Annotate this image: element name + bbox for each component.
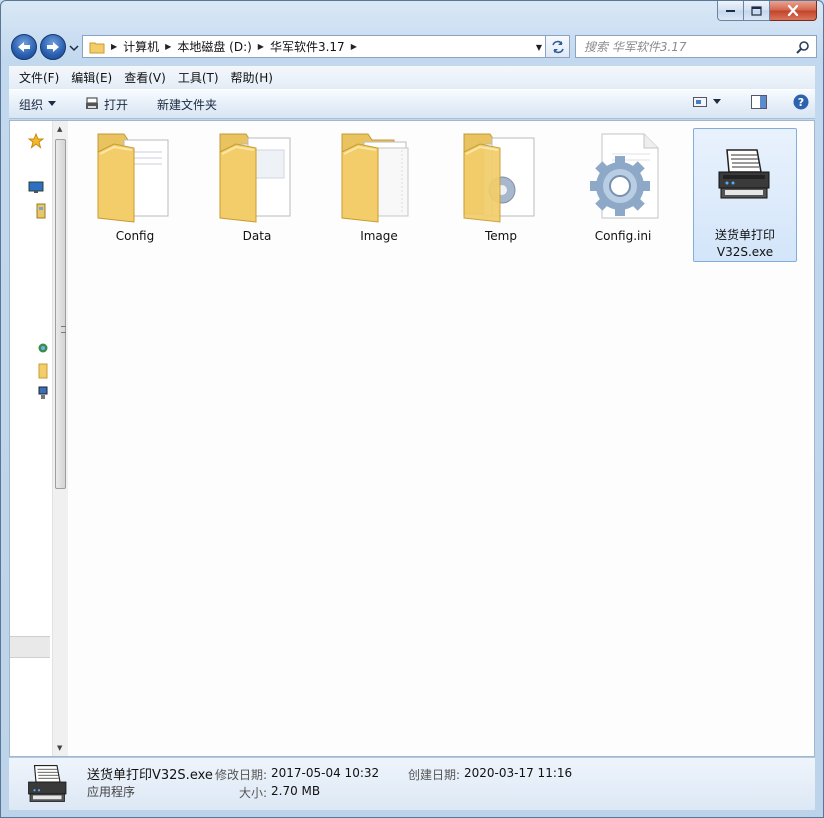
- network-icon[interactable]: [38, 341, 48, 355]
- explorer-window: ▶ 计算机 ▶ 本地磁盘 (D:) ▶ 华军软件3.17 ▶ ▼ 搜索 华军软件…: [0, 0, 824, 818]
- details-modified-value: 2017-05-04 10:32: [271, 766, 380, 780]
- folder-icon: [89, 42, 105, 53]
- details-modified-label: 修改日期:: [215, 768, 268, 782]
- menu-help[interactable]: 帮助(H): [225, 69, 279, 86]
- search-placeholder: 搜索 华军软件3.17: [584, 40, 687, 54]
- file-name: Data: [242, 229, 272, 243]
- search-icon[interactable]: [796, 40, 810, 54]
- breadcrumb-separator[interactable]: ▶: [111, 42, 117, 51]
- folder-gear-icon: [463, 133, 535, 223]
- maximize-icon: [751, 5, 762, 16]
- file-item-data[interactable]: Data: [205, 128, 309, 262]
- desktop-icon[interactable]: [28, 181, 44, 195]
- favorites-star-icon[interactable]: [28, 133, 44, 149]
- chevron-down-icon: [48, 101, 57, 106]
- scrollbar-thumb[interactable]: [55, 139, 66, 489]
- menu-file[interactable]: 文件(F): [13, 69, 65, 86]
- scroll-up-arrow[interactable]: ▲: [57, 125, 62, 133]
- file-item-image[interactable]: Image: [327, 128, 431, 262]
- maximize-button[interactable]: [744, 1, 770, 21]
- folder-icon: [219, 133, 291, 223]
- menu-tools[interactable]: 工具(T): [172, 69, 225, 86]
- nav-pane-scrollbar[interactable]: ▲ ▼: [52, 121, 68, 756]
- recent-pages-dropdown[interactable]: [69, 42, 79, 52]
- menu-view[interactable]: 查看(V): [118, 69, 172, 86]
- scroll-down-arrow[interactable]: ▼: [57, 744, 62, 752]
- refresh-button[interactable]: [545, 35, 570, 58]
- minimize-icon: [725, 9, 735, 12]
- open-label: 打开: [104, 97, 129, 112]
- address-bar[interactable]: ▶ 计算机 ▶ 本地磁盘 (D:) ▶ 华军软件3.17 ▶ ▼: [82, 35, 547, 58]
- file-item-config[interactable]: Config: [83, 128, 187, 262]
- printer-small-icon: [86, 97, 99, 109]
- minimize-button[interactable]: [717, 1, 744, 21]
- back-button[interactable]: [11, 34, 37, 60]
- breadcrumb-separator[interactable]: ▶: [165, 42, 171, 51]
- forward-button[interactable]: [40, 34, 66, 60]
- refresh-icon: [551, 40, 564, 53]
- open-button[interactable]: 打开: [65, 90, 137, 118]
- svg-text:?: ?: [798, 96, 804, 109]
- close-icon: [787, 5, 799, 16]
- file-list: Config Data Image Temp Config.ini 送货单打印V…: [69, 121, 814, 756]
- computer-icon[interactable]: [38, 386, 48, 400]
- new-folder-button[interactable]: 新建文件夹: [137, 90, 226, 118]
- preview-pane-icon[interactable]: [751, 95, 767, 109]
- folder-icon[interactable]: [38, 363, 48, 379]
- details-created-label: 创建日期:: [408, 768, 461, 782]
- view-options-icon[interactable]: [693, 96, 707, 108]
- libraries-icon[interactable]: [36, 203, 46, 219]
- breadcrumb-separator[interactable]: ▶: [258, 42, 264, 51]
- file-name: Config: [115, 229, 155, 243]
- folder-icon: [97, 133, 169, 223]
- details-pane: 送货单打印V32S.exe 应用程序 修改日期: 2017-05-04 10:3…: [9, 757, 815, 810]
- new-folder-label: 新建文件夹: [157, 97, 218, 112]
- breadcrumb-folder[interactable]: 华军软件3.17: [270, 38, 345, 55]
- help-icon[interactable]: ?: [793, 94, 809, 110]
- file-item-config-ini[interactable]: Config.ini: [571, 128, 675, 262]
- organize-label: 组织: [19, 97, 44, 112]
- file-name: 送货单打印V32S.exe: [714, 228, 775, 259]
- command-bar: 组织 打开 新建文件夹 ?: [9, 89, 815, 119]
- content-area: ▲ ▼ Config Data Image Temp Config.ini 送货…: [9, 120, 815, 757]
- printer-icon: [28, 764, 67, 802]
- breadcrumb-drive[interactable]: 本地磁盘 (D:): [177, 38, 251, 55]
- search-input[interactable]: 搜索 华军软件3.17: [575, 35, 817, 58]
- organize-button[interactable]: 组织: [9, 90, 65, 118]
- details-file-name: 送货单打印V32S.exe: [87, 768, 213, 783]
- menu-bar: 文件(F) 编辑(E) 查看(V) 工具(T) 帮助(H): [9, 65, 815, 89]
- arrow-left-icon: [18, 42, 30, 52]
- breadcrumb-separator[interactable]: ▶: [351, 42, 357, 51]
- chevron-down-icon[interactable]: [713, 99, 721, 105]
- printer-icon: [718, 149, 770, 199]
- file-name: Temp: [485, 229, 517, 243]
- nav-pane-scroll-area: [10, 636, 50, 658]
- file-name: Image: [360, 229, 398, 243]
- caption-buttons: [717, 1, 817, 21]
- menu-edit[interactable]: 编辑(E): [65, 69, 118, 86]
- details-size-value: 2.70 MB: [271, 784, 321, 798]
- details-file-type: 应用程序: [87, 785, 136, 799]
- file-item-exe[interactable]: 送货单打印V32S.exe: [693, 128, 797, 262]
- address-history-dropdown[interactable]: ▼: [536, 43, 542, 52]
- settings-file-icon: [590, 133, 659, 219]
- details-created-value: 2020-03-17 11:16: [464, 766, 573, 780]
- arrow-right-icon: [47, 42, 59, 52]
- close-button[interactable]: [770, 1, 817, 21]
- chevron-down-icon: [69, 45, 79, 52]
- breadcrumb-computer[interactable]: 计算机: [123, 38, 159, 55]
- folder-icon: [341, 133, 409, 223]
- navigation-pane: ▲ ▼: [10, 121, 68, 756]
- navigation-row: ▶ 计算机 ▶ 本地磁盘 (D:) ▶ 华军软件3.17 ▶ ▼ 搜索 华军软件…: [9, 32, 817, 60]
- file-item-temp[interactable]: Temp: [449, 128, 553, 262]
- file-name: Config.ini: [594, 229, 652, 243]
- details-size-label: 大小:: [239, 786, 268, 800]
